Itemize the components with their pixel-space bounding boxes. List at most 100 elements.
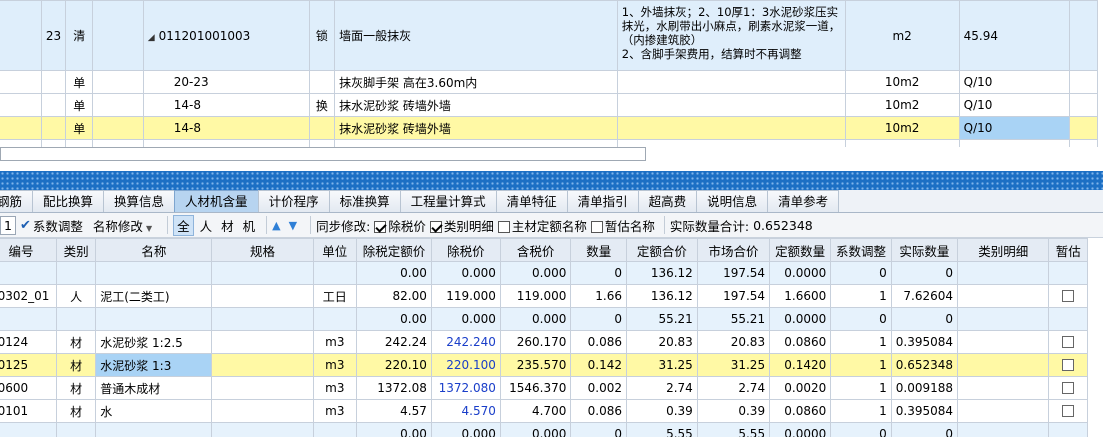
quota-row[interactable]: 单 14-8 换 抹水泥砂浆 砖墙外墙 10m2 Q/10: [0, 93, 1098, 117]
cell-code[interactable]: [0, 307, 58, 331]
quota-code[interactable]: 20-23: [142, 70, 310, 94]
cell-actual-qty[interactable]: 7.62604: [890, 284, 959, 308]
row-name[interactable]: 墙面一般抹灰: [334, 0, 618, 71]
row-quantity[interactable]: 45.94: [958, 0, 1071, 71]
cell-name[interactable]: 水泥砂浆 1:2.5: [95, 330, 213, 354]
cell-quantity[interactable]: 0.086: [570, 399, 628, 423]
col-header-price[interactable]: 除税价: [430, 238, 501, 262]
option-tax-excluded[interactable]: 除税价: [374, 216, 426, 235]
cell-name[interactable]: [95, 422, 213, 437]
resource-row[interactable]: 10124材水泥砂浆 1:2.5m3242.24242.240260.1700.…: [0, 330, 1088, 354]
tab-conversion-info[interactable]: 换算信息: [103, 190, 176, 212]
cell-base-total[interactable]: 31.25: [626, 353, 698, 377]
cell-category[interactable]: 人: [56, 284, 97, 308]
cell-unit[interactable]: [312, 307, 358, 331]
col-header-coefficient[interactable]: 系数调整: [830, 238, 892, 262]
cell-base-total[interactable]: 55.21: [626, 307, 698, 331]
resource-row[interactable]: 60101材水m34.574.5704.7000.0860.390.390.08…: [0, 399, 1088, 423]
cell-base-total[interactable]: 2.74: [626, 376, 698, 400]
checkbox[interactable]: [497, 220, 510, 233]
cell-unit[interactable]: m3: [312, 330, 358, 354]
col-header-code[interactable]: 编号: [0, 238, 58, 262]
cell-price[interactable]: 1372.080: [430, 376, 501, 400]
provisional-checkbox[interactable]: [1062, 382, 1075, 394]
group-row[interactable]: 0.00 0.000 0.000 0 5.55 5.55 0.0000 0 0: [0, 422, 1088, 437]
cell-spec[interactable]: [211, 353, 314, 377]
cell-tax-price[interactable]: 0.000: [499, 261, 572, 285]
cell-unit[interactable]: m3: [312, 376, 358, 400]
cell-price[interactable]: 0.000: [430, 307, 501, 331]
cell-unit[interactable]: m3: [312, 353, 358, 377]
cell-spec[interactable]: [211, 284, 314, 308]
col-header-quantity[interactable]: 数量: [570, 238, 628, 262]
cell-base-qty[interactable]: 0.0000: [769, 261, 832, 285]
checkbox[interactable]: [429, 220, 442, 233]
cell-spec[interactable]: [211, 330, 314, 354]
checkbox[interactable]: [374, 220, 387, 233]
cell-code[interactable]: [0, 422, 58, 437]
coefficient-spinner[interactable]: 1: [0, 215, 16, 235]
cell-name[interactable]: 水: [95, 399, 213, 423]
cell-unit[interactable]: [312, 422, 358, 437]
cell-price[interactable]: 119.000: [430, 284, 501, 308]
cell-name[interactable]: 水泥砂浆 1:3: [95, 353, 213, 377]
cell-quantity[interactable]: 1.66: [570, 284, 628, 308]
cell-category-detail[interactable]: [957, 330, 1050, 354]
cell-tax-price[interactable]: 0.000: [499, 422, 572, 437]
tab-boq-reference[interactable]: 清单参考: [767, 190, 840, 212]
cell-quantity[interactable]: 0: [570, 422, 628, 437]
cell-actual-qty[interactable]: 0: [890, 422, 959, 437]
cell-market-total[interactable]: 5.55: [696, 422, 771, 437]
cell-base-price[interactable]: 4.57: [356, 399, 432, 423]
cell-quantity[interactable]: 0.002: [570, 376, 628, 400]
provisional-checkbox[interactable]: [1062, 290, 1075, 302]
quota-unit[interactable]: 10m2: [844, 116, 960, 140]
cell-base-price[interactable]: 82.00: [356, 284, 432, 308]
cell-tax-price[interactable]: 119.000: [499, 284, 572, 308]
cell-market-total[interactable]: 31.25: [696, 353, 771, 377]
filter-all[interactable]: 全: [173, 214, 194, 236]
cell-base-total[interactable]: 0.39: [626, 399, 698, 423]
filter-material[interactable]: 材: [218, 216, 237, 235]
cell-category-detail[interactable]: [957, 399, 1050, 423]
col-header-category[interactable]: 类别: [56, 238, 97, 262]
cell-coefficient[interactable]: 1: [830, 330, 892, 354]
group-row[interactable]: 0.00 0.000 0.000 0 55.21 55.21 0.0000 0 0: [0, 307, 1088, 331]
cell-actual-qty[interactable]: 0.009188: [890, 376, 959, 400]
boq-main-row[interactable]: 23 清 ◢ 011201001003 锁 墙面一般抹灰 1、外墙抹灰；2、10厚…: [0, 0, 1098, 71]
option-category-detail[interactable]: 类别明细: [429, 216, 494, 235]
col-header-unit[interactable]: 单位: [312, 238, 358, 262]
resource-row-selected[interactable]: 10125材水泥砂浆 1:3m3220.10220.100235.5700.14…: [0, 353, 1088, 377]
cell-code[interactable]: 10125: [0, 353, 58, 377]
cell-market-total[interactable]: 0.39: [696, 399, 771, 423]
resource-row[interactable]: 30600材普通木成材m31372.081372.0801546.3700.00…: [0, 376, 1088, 400]
cell-price[interactable]: 4.570: [430, 399, 501, 423]
quota-code[interactable]: 14-8: [142, 93, 310, 117]
cell-base-price[interactable]: 0.00: [356, 261, 432, 285]
tab-height-fee[interactable]: 超高费: [637, 190, 698, 212]
cell-market-total[interactable]: 197.54: [696, 261, 771, 285]
tab-mix-conversion[interactable]: 配比换算: [32, 190, 105, 212]
cell-category[interactable]: 材: [56, 376, 97, 400]
col-header-provisional[interactable]: 暂估: [1048, 238, 1088, 262]
confirm-check-icon[interactable]: ✔: [20, 218, 31, 233]
cell-category-detail[interactable]: [957, 422, 1050, 437]
cell-base-qty[interactable]: 0.0860: [769, 330, 832, 354]
cell-category[interactable]: 材: [56, 399, 97, 423]
quota-name[interactable]: 抹水泥砂浆 砖墙外墙: [334, 116, 618, 140]
filter-labor[interactable]: 人: [197, 216, 216, 235]
cell-name[interactable]: 泥工(二类工): [95, 284, 213, 308]
quota-code[interactable]: 14-8: [142, 116, 310, 140]
cell-code[interactable]: [0, 261, 58, 285]
cell-coefficient[interactable]: 0: [830, 261, 892, 285]
cell-quantity[interactable]: 0: [570, 261, 628, 285]
cell-coefficient[interactable]: 1: [830, 353, 892, 377]
cell-actual-qty[interactable]: 0.652348: [890, 353, 959, 377]
col-header-tax-price[interactable]: 含税价: [499, 238, 572, 262]
cell-coefficient[interactable]: 0: [830, 422, 892, 437]
col-header-base-total[interactable]: 定额合价: [626, 238, 698, 262]
cell-category-detail[interactable]: [957, 353, 1050, 377]
quota-row[interactable]: 单 20-23 抹灰脚手架 高在3.60m内 10m2 Q/10: [0, 70, 1098, 94]
cell-tax-price[interactable]: 0.000: [499, 307, 572, 331]
cell-spec[interactable]: [211, 399, 314, 423]
